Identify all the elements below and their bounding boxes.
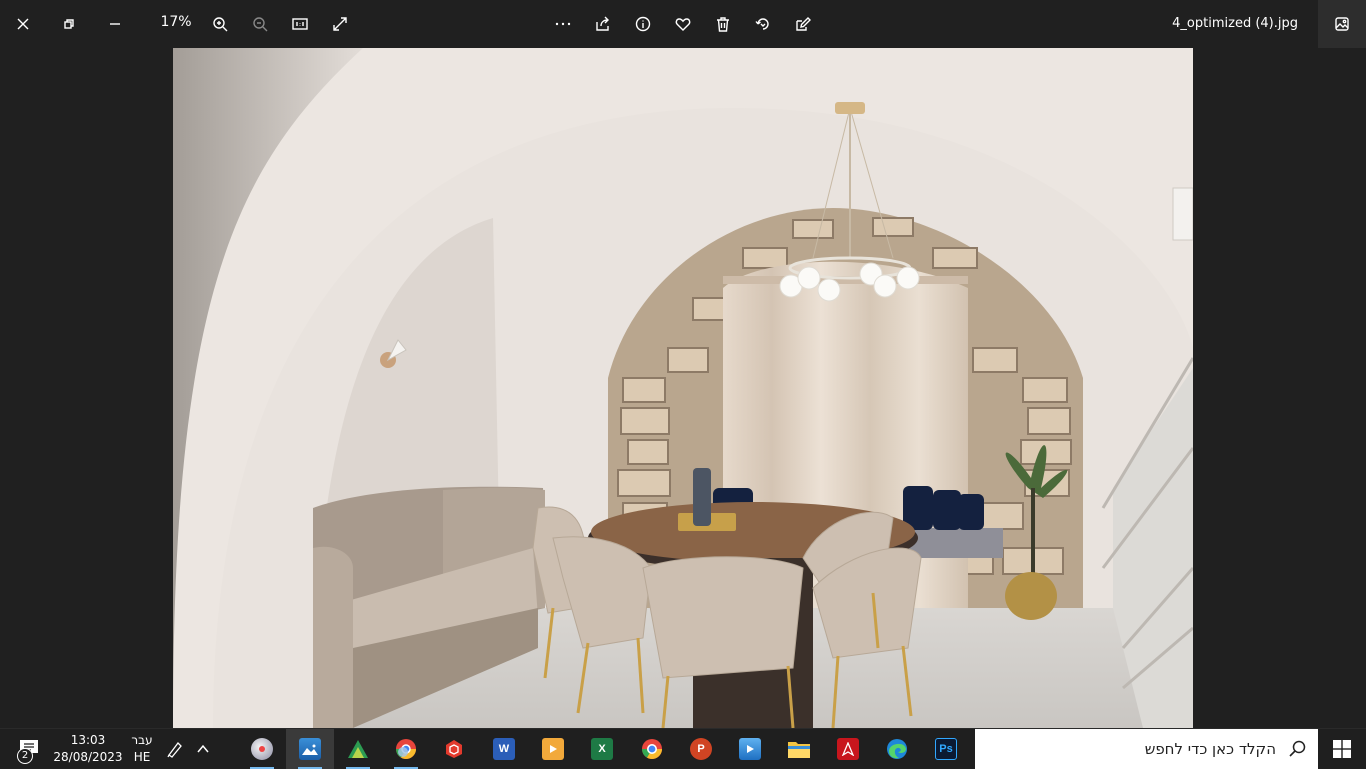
- time-text: 13:03: [70, 733, 106, 747]
- title-bar: 17% 4_optimized (4).jpg: [0, 0, 1366, 48]
- taskbar-app-autodesk[interactable]: [334, 729, 382, 769]
- image-panel-button[interactable]: [1318, 0, 1366, 48]
- image-panel-icon: [1335, 17, 1349, 31]
- word-icon: W: [493, 738, 515, 760]
- more-button[interactable]: [543, 4, 583, 44]
- share-icon: [596, 16, 609, 31]
- chrome-profile-icon: [396, 739, 416, 759]
- zoom-in-button[interactable]: [200, 4, 240, 44]
- taskbar-search-input[interactable]: הקלד כאן כדי לחפש: [975, 729, 1318, 769]
- edit-button[interactable]: [783, 4, 823, 44]
- minimize-icon: [110, 23, 120, 25]
- windows-logo-icon: [1333, 740, 1351, 758]
- fullscreen-icon: [333, 17, 347, 31]
- favorite-icon: [675, 18, 691, 31]
- taskbar-app-excel[interactable]: X: [578, 729, 626, 769]
- favorite-button[interactable]: [663, 4, 703, 44]
- search-placeholder: הקלד כאן כדי לחפש: [1144, 740, 1276, 758]
- minimize-button[interactable]: [95, 4, 135, 44]
- restore-icon: [64, 19, 74, 29]
- pen-icon: [167, 742, 182, 758]
- pen-workspace-button[interactable]: [162, 729, 188, 769]
- powerpoint-icon: P: [690, 738, 712, 760]
- language-code: HE: [133, 750, 151, 764]
- taskbar: 2 13:03 28/08/2023 עבר HE W X P Ps הקלד …: [0, 728, 1366, 769]
- share-button[interactable]: [583, 4, 623, 44]
- taskbar-app-sketchup[interactable]: [430, 729, 478, 769]
- taskbar-app-acrobat[interactable]: [824, 729, 872, 769]
- taskbar-app-paint[interactable]: [238, 729, 286, 769]
- delete-button[interactable]: [703, 4, 743, 44]
- taskbar-app-video[interactable]: [529, 729, 577, 769]
- sketchup-icon: [446, 740, 462, 758]
- taskbar-app-chrome-profiles[interactable]: [382, 729, 430, 769]
- media-icon: [739, 738, 761, 760]
- edit-icon: [796, 17, 811, 31]
- show-hidden-icons-button[interactable]: [190, 729, 216, 769]
- zoom-level: 17%: [160, 14, 192, 30]
- restore-button[interactable]: [49, 4, 89, 44]
- actual-size-button[interactable]: [280, 4, 320, 44]
- zoom-in-icon: [213, 17, 228, 32]
- notification-badge: 2: [17, 748, 33, 764]
- photo[interactable]: [173, 48, 1193, 728]
- chevron-up-icon: [197, 744, 209, 753]
- rotate-icon: [755, 18, 769, 30]
- autodesk-icon: [348, 740, 368, 758]
- actual-size-icon: [292, 18, 308, 30]
- date-text: 28/08/2023: [53, 750, 123, 764]
- more-icon: [555, 22, 571, 26]
- info-button[interactable]: [623, 4, 663, 44]
- paint-icon: [251, 738, 273, 760]
- taskbar-app-media[interactable]: [726, 729, 774, 769]
- video-icon: [542, 738, 564, 760]
- taskbar-app-file-explorer[interactable]: [775, 729, 823, 769]
- language-name: עבר: [131, 733, 153, 747]
- excel-icon: X: [591, 738, 613, 760]
- dining-room-photo: [173, 48, 1193, 728]
- close-icon: [17, 18, 29, 30]
- info-icon: [635, 16, 651, 32]
- file-name: 4_optimized (4).jpg: [1172, 16, 1298, 31]
- clock[interactable]: 13:03 28/08/2023: [52, 732, 124, 766]
- acrobat-icon: [837, 738, 859, 760]
- close-button[interactable]: [3, 4, 43, 44]
- taskbar-app-edge[interactable]: [873, 729, 921, 769]
- search-icon: [1289, 740, 1306, 757]
- folder-icon: [788, 742, 810, 758]
- taskbar-app-photos[interactable]: [286, 729, 334, 769]
- taskbar-app-word[interactable]: W: [480, 729, 528, 769]
- taskbar-app-photoshop[interactable]: Ps: [922, 729, 970, 769]
- delete-icon: [717, 17, 729, 32]
- taskbar-app-chrome[interactable]: [628, 729, 676, 769]
- fullscreen-button[interactable]: [320, 4, 360, 44]
- start-button[interactable]: [1318, 729, 1366, 769]
- zoom-out-icon: [253, 17, 268, 32]
- photoshop-icon: Ps: [935, 738, 957, 760]
- rotate-button[interactable]: [743, 4, 783, 44]
- language-switcher[interactable]: עבר HE: [128, 732, 156, 766]
- image-viewer: [0, 48, 1366, 728]
- zoom-out-button[interactable]: [240, 4, 280, 44]
- taskbar-app-powerpoint[interactable]: P: [677, 729, 725, 769]
- chrome-icon: [642, 739, 662, 759]
- photos-icon: [299, 738, 321, 760]
- edge-icon: [887, 739, 907, 759]
